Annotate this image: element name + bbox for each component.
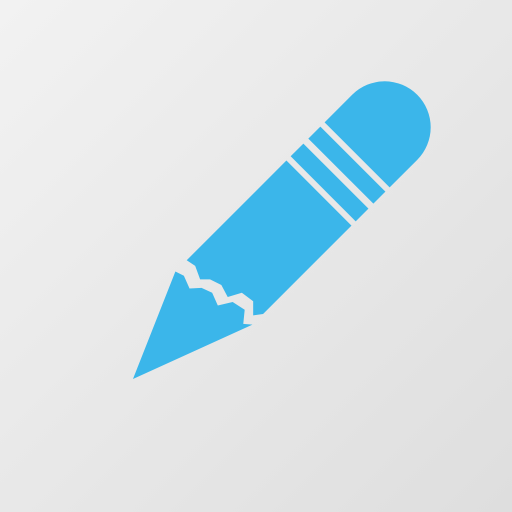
pencil-icon <box>132 81 431 380</box>
icon-canvas <box>0 0 512 512</box>
